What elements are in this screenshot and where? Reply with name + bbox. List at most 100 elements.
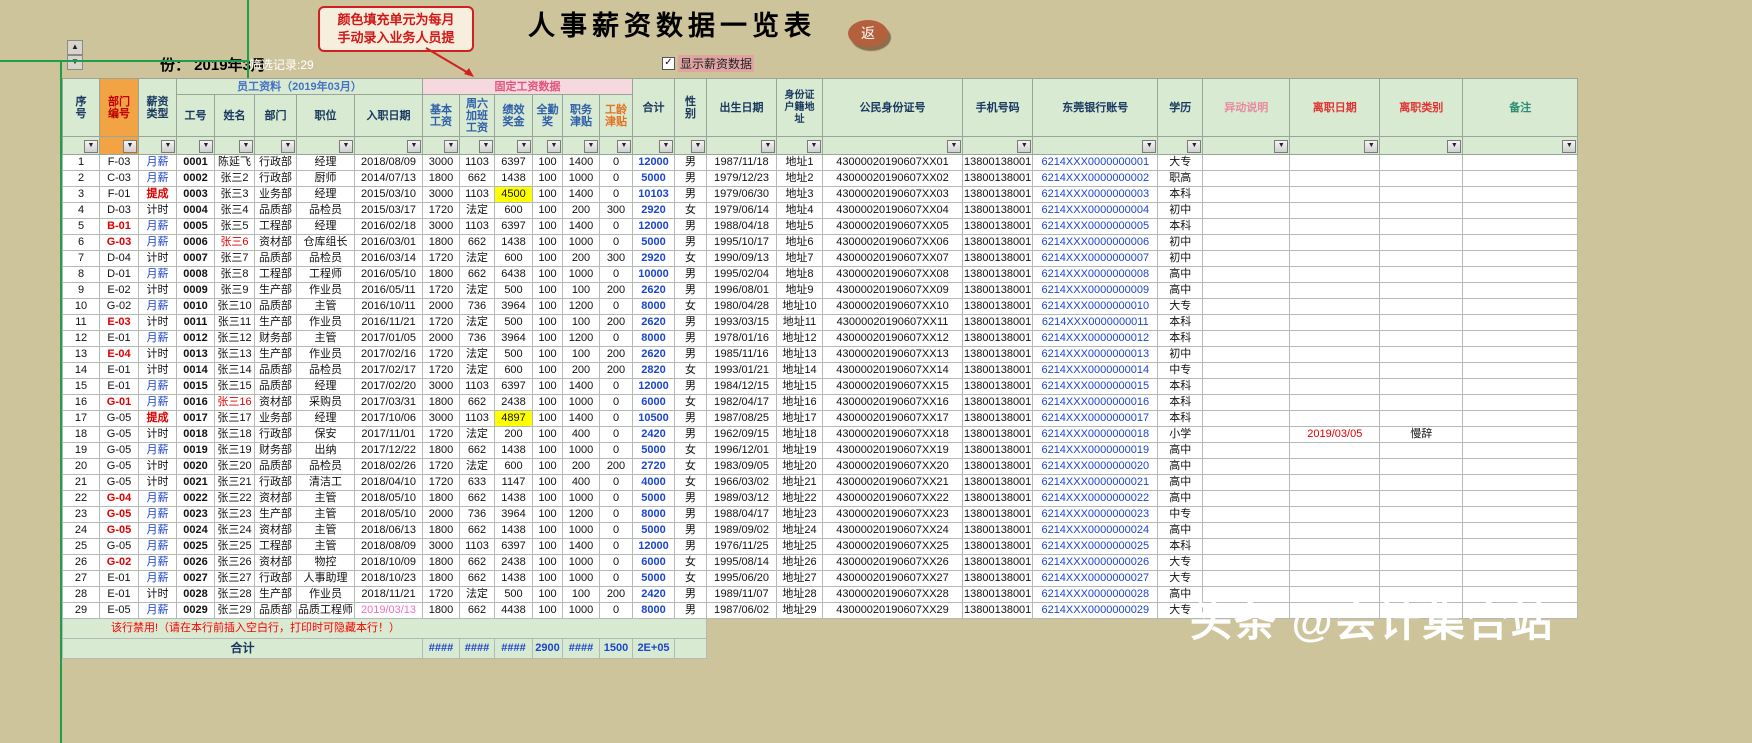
cell[interactable]: 4500 (494, 186, 533, 203)
cell[interactable]: 6397 (494, 154, 533, 171)
cell[interactable]: 1200 (562, 506, 600, 523)
cell[interactable]: 0005 (176, 218, 215, 235)
cell[interactable] (1379, 474, 1464, 491)
cell[interactable]: 1800 (422, 570, 460, 587)
cell[interactable] (1289, 250, 1381, 267)
cell[interactable]: 0010 (176, 298, 215, 315)
cell[interactable]: 大专 (1157, 298, 1204, 315)
cell[interactable]: 13800138001 (961, 570, 1034, 587)
cell[interactable]: 1985/11/16 (706, 346, 777, 363)
cell[interactable] (1462, 506, 1579, 523)
cell[interactable]: 8000 (632, 506, 675, 523)
cell[interactable]: 2017/02/17 (354, 362, 423, 379)
cell[interactable]: 100 (562, 586, 600, 603)
cell[interactable]: 2018/10/09 (354, 554, 423, 571)
cell[interactable]: 主管 (296, 522, 355, 539)
cell[interactable]: 2017/11/01 (354, 426, 423, 443)
cell[interactable]: 女 (674, 570, 707, 587)
cell[interactable] (1462, 170, 1579, 187)
cell[interactable]: 张三18 (214, 426, 255, 443)
cell[interactable]: 43000020190607XX28 (822, 586, 963, 603)
cell[interactable] (1379, 570, 1464, 587)
cell[interactable]: 1103 (459, 538, 495, 555)
cell[interactable] (1289, 266, 1381, 283)
cell[interactable]: 3000 (422, 410, 460, 427)
cell[interactable] (1289, 458, 1381, 475)
cell[interactable] (1462, 218, 1579, 235)
cell[interactable]: 物控 (296, 554, 355, 571)
cell[interactable]: 0016 (176, 394, 215, 411)
cell[interactable]: 6 (62, 234, 100, 251)
cell[interactable]: 0 (599, 378, 633, 395)
cell[interactable]: 13800138001 (961, 266, 1034, 283)
cell[interactable]: 1966/03/02 (706, 474, 777, 491)
cell[interactable]: 3 (62, 186, 100, 203)
cell[interactable]: 28 (62, 586, 100, 603)
cell[interactable]: G-01 (99, 394, 139, 411)
cell[interactable] (1202, 570, 1291, 587)
cell[interactable]: 0028 (176, 586, 215, 603)
cell[interactable] (1289, 314, 1381, 331)
cell[interactable]: 6214XXX0000000017 (1032, 410, 1159, 427)
cell[interactable]: 6397 (494, 218, 533, 235)
cell[interactable]: 13800138001 (961, 442, 1034, 459)
cell[interactable]: 1103 (459, 186, 495, 203)
cell[interactable]: 地址17 (776, 410, 823, 427)
cell[interactable]: 张三19 (214, 442, 255, 459)
filter-dropdown-button[interactable]: ▼ (1364, 140, 1379, 153)
cell[interactable] (1379, 250, 1464, 267)
cell[interactable]: D-03 (99, 202, 139, 219)
cell[interactable]: 100 (532, 330, 563, 347)
cell[interactable]: 6214XXX0000000007 (1032, 250, 1159, 267)
cell[interactable]: 中专 (1157, 506, 1204, 523)
cell[interactable]: 6214XXX0000000012 (1032, 330, 1159, 347)
cell[interactable]: E-01 (99, 570, 139, 587)
cell[interactable] (1202, 234, 1291, 251)
cell[interactable]: 财务部 (254, 330, 297, 347)
cell[interactable]: 0 (599, 442, 633, 459)
cell[interactable]: 2018/08/09 (354, 154, 423, 171)
cell[interactable]: E-01 (99, 586, 139, 603)
cell[interactable] (1462, 266, 1579, 283)
cell[interactable] (1289, 378, 1381, 395)
cell[interactable]: 1000 (562, 442, 600, 459)
cell[interactable]: 0001 (176, 154, 215, 171)
cell[interactable]: 男 (674, 218, 707, 235)
cell[interactable]: 43000020190607XX06 (822, 234, 963, 251)
cell[interactable]: 22 (62, 490, 100, 507)
cell[interactable]: 9 (62, 282, 100, 299)
filter-dropdown-button[interactable]: ▼ (1274, 140, 1289, 153)
cell[interactable]: 2438 (494, 554, 533, 571)
cell[interactable] (1289, 506, 1381, 523)
cell[interactable]: 1983/09/05 (706, 458, 777, 475)
cell[interactable]: 地址24 (776, 522, 823, 539)
cell[interactable]: 1979/06/30 (706, 186, 777, 203)
cell[interactable]: 高中 (1157, 522, 1204, 539)
cell[interactable]: 1400 (562, 186, 600, 203)
total-cell[interactable]: 1500 (599, 638, 633, 659)
cell[interactable]: 张三12 (214, 330, 255, 347)
cell[interactable]: 月薪 (138, 170, 177, 187)
cell[interactable]: 品检员 (296, 250, 355, 267)
cell[interactable] (1379, 506, 1464, 523)
cell[interactable]: 人事助理 (296, 570, 355, 587)
cell[interactable] (1462, 490, 1579, 507)
cell[interactable]: 43000020190607XX23 (822, 506, 963, 523)
cell[interactable]: 本科 (1157, 330, 1204, 347)
cell[interactable]: 43000020190607XX20 (822, 458, 963, 475)
cell[interactable]: 13800138001 (961, 170, 1034, 187)
cell[interactable]: 2000 (422, 330, 460, 347)
cell[interactable]: 法定 (459, 202, 495, 219)
cell[interactable]: 品质部 (254, 378, 297, 395)
cell[interactable]: 2438 (494, 394, 533, 411)
cell[interactable]: 13800138001 (961, 154, 1034, 171)
cell[interactable]: 662 (459, 570, 495, 587)
cell[interactable]: 100 (532, 218, 563, 235)
cell[interactable]: 月薪 (138, 266, 177, 283)
cell[interactable]: 100 (532, 538, 563, 555)
cell[interactable] (1462, 522, 1579, 539)
cell[interactable]: 厨师 (296, 170, 355, 187)
cell[interactable]: 1438 (494, 570, 533, 587)
cell[interactable] (1289, 474, 1381, 491)
cell[interactable]: 计时 (138, 314, 177, 331)
